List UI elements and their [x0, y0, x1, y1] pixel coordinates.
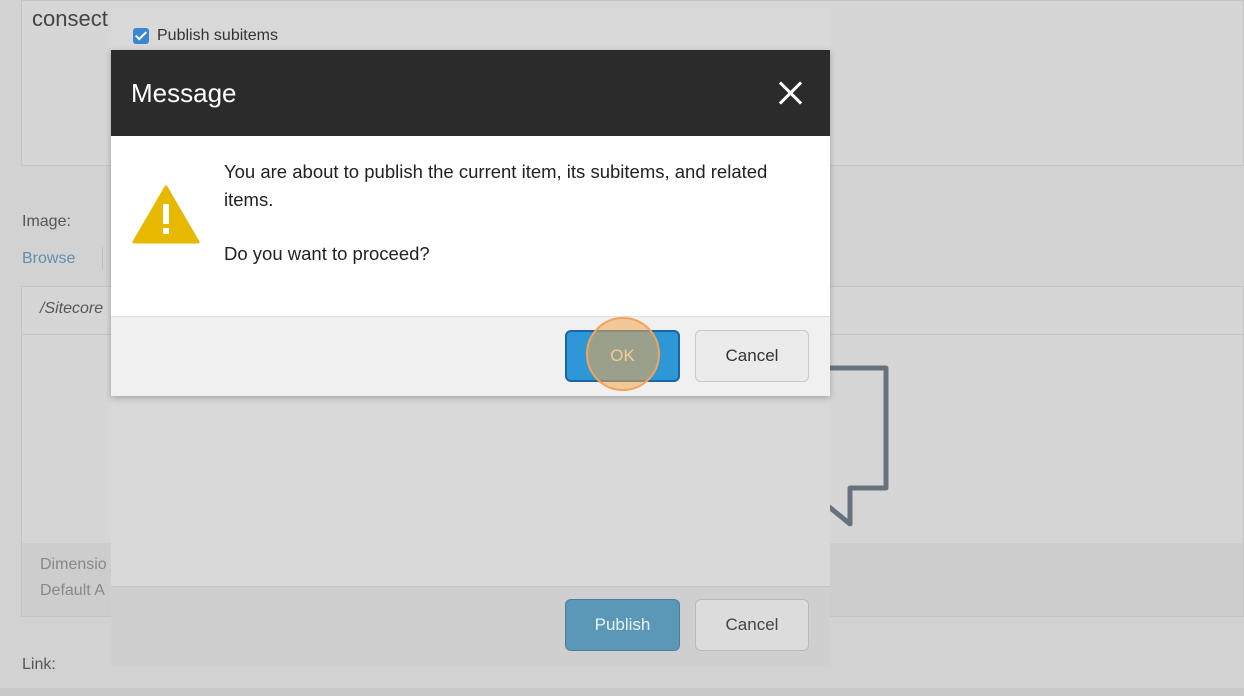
- message-dialog: Message You are about to publish the cur…: [111, 50, 830, 396]
- publish-cancel-button[interactable]: Cancel: [695, 599, 809, 651]
- bottom-toolbar-strip: [0, 688, 1244, 696]
- default-alt-label: Default A: [40, 582, 105, 599]
- link-field-label: Link:: [22, 656, 56, 673]
- image-path: /Sitecore: [40, 300, 104, 317]
- toolbar-divider: [102, 247, 103, 269]
- message-text: You are about to publish the current ite…: [224, 158, 794, 268]
- browse-link[interactable]: Browse: [22, 250, 75, 268]
- dimensions-label: Dimensio: [40, 556, 107, 573]
- message-dialog-title: Message: [131, 78, 237, 108]
- rich-text-snippet: consect: [32, 6, 108, 31]
- warning-triangle-icon: [132, 185, 200, 244]
- message-line-1: You are about to publish the current ite…: [224, 161, 768, 210]
- image-field-label: Image:: [22, 213, 71, 230]
- message-dialog-header: Message: [111, 50, 830, 136]
- message-line-2: Do you want to proceed?: [224, 243, 430, 264]
- cancel-button[interactable]: Cancel: [695, 330, 809, 382]
- close-icon[interactable]: [778, 80, 804, 106]
- message-dialog-footer: OK Cancel: [111, 316, 830, 396]
- image-placeholder-icon: [826, 365, 889, 527]
- publish-subitems-label: Publish subitems: [157, 27, 278, 44]
- click-indicator: [586, 317, 660, 391]
- publish-button[interactable]: Publish: [565, 599, 680, 651]
- publish-subitems-checkbox[interactable]: [133, 28, 149, 44]
- publish-dialog-footer: Publish Cancel: [111, 586, 830, 666]
